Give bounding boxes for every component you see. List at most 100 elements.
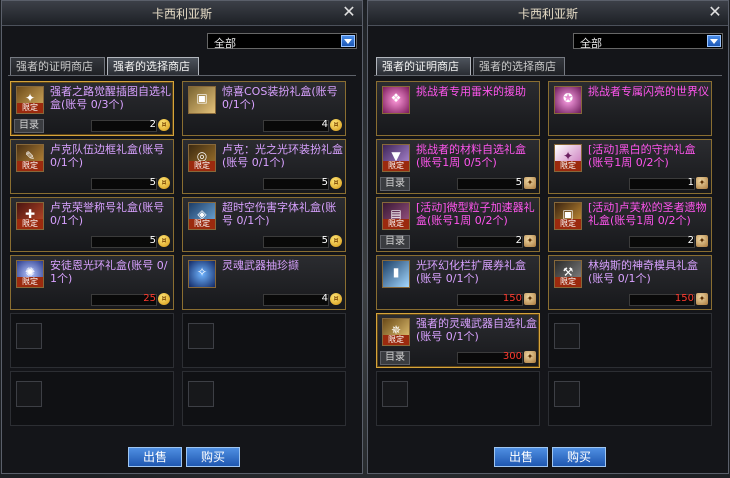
item-name: 林纳斯的神奇模具礼盒(账号 0/1个): [588, 259, 698, 285]
shop-item-slot[interactable]: ✪ 挑战者专属闪亮的世界仪: [548, 81, 712, 136]
sell-button[interactable]: 出售: [128, 447, 182, 467]
shop-item-slot[interactable]: ▼ 限定 挑战者的材料自选礼盒(账号1周 0/5个) 目录 5 ✦: [376, 139, 540, 194]
title-box-icon: ✚ 限定: [16, 202, 44, 230]
catalog-button[interactable]: 目录: [380, 351, 410, 365]
remy-aid-icon: ❖: [382, 86, 410, 114]
halo-box-icon: ✺ 限定: [16, 260, 44, 288]
limited-badge: 限定: [17, 277, 43, 287]
shop-item-slot[interactable]: ✦ 限定 强者之路觉醒插图自选礼盒(账号 0/3个) 目录 2 ¤: [10, 81, 174, 136]
category-filter-dropdown[interactable]: 全部: [207, 33, 357, 50]
item-price: 1: [687, 177, 694, 188]
shop-item-slot[interactable]: ✎ 限定 卢克队伍边框礼盒(账号 0/1个) 5 ¤: [10, 139, 174, 194]
right-titlebar[interactable]: 卡西利亚斯 ✕: [368, 1, 728, 26]
empty-slot: [376, 371, 540, 426]
gift-box-icon: ✦ 限定: [16, 86, 44, 114]
limited-badge: 限定: [555, 161, 581, 171]
shop-item-slot[interactable]: ▤ 限定 [活动]微型粒子加速器礼盒(账号1周 0/2个) 目录 2 ✦: [376, 197, 540, 252]
filter-value: 全部: [214, 37, 236, 50]
empty-slot: [182, 313, 346, 368]
shop-item-slot[interactable]: ✺ 限定 安徒恩光环礼盒(账号 0/1个) 25 ¤: [10, 255, 174, 310]
item-name: 卢克队伍边框礼盒(账号 0/1个): [50, 143, 165, 169]
close-icon[interactable]: ✕: [340, 3, 358, 21]
item-grid: ✦ 限定 强者之路觉醒插图自选礼盒(账号 0/3个) 目录 2 ¤ ▣ 惊喜COS…: [10, 81, 346, 431]
shop-item-slot[interactable]: ⚒ 限定 林纳斯的神奇模具礼盒(账号 0/1个) 150 ✦: [548, 255, 712, 310]
item-price: 5: [321, 235, 328, 246]
proof-token-icon: ✦: [696, 293, 708, 305]
limited-badge: 限定: [383, 161, 409, 171]
category-filter-dropdown[interactable]: 全部: [573, 33, 723, 50]
shop-item-slot[interactable]: ✧ 灵魂武器抽珍撷 4 ¤: [182, 255, 346, 310]
price-bar: [91, 236, 157, 248]
frame-box-icon: ✎ 限定: [16, 144, 44, 172]
limited-badge: 限定: [555, 277, 581, 287]
buy-button[interactable]: 购买: [186, 447, 240, 467]
left-shop-window: 卡西利亚斯 ✕ 全部 强者的证明商店 强者的选择商店 ✦ 限定 强者之路觉醒插图自…: [1, 0, 363, 474]
hammer-mold-icon: ⚒ 限定: [554, 260, 582, 288]
item-name: 卢克荣誉称号礼盒(账号 0/1个): [50, 201, 165, 227]
shop-item-slot[interactable]: ◈ 限定 超时空伤害字体礼盒(账号 0/1个) 5 ¤: [182, 197, 346, 252]
item-price: 4: [321, 293, 328, 304]
left-titlebar[interactable]: 卡西利亚斯 ✕: [2, 1, 362, 26]
guardian-box-icon: ✦ 限定: [554, 144, 582, 172]
item-price: 150: [502, 293, 522, 304]
buy-button[interactable]: 购买: [552, 447, 606, 467]
shop-item-slot[interactable]: ▣ 限定 [活动]卢芙松的圣者遗物礼盒(账号1周 0/2个) 2 ✦: [548, 197, 712, 252]
empty-slot: [182, 371, 346, 426]
chevron-down-icon[interactable]: [341, 35, 355, 47]
price-bar: [457, 236, 523, 248]
sell-button[interactable]: 出售: [494, 447, 548, 467]
right-shop-window: 卡西利亚斯 ✕ 全部 强者的证明商店 强者的选择商店 ❖ 挑战者专用雷米的援助 …: [367, 0, 729, 474]
soul-weapon-icon: ✧: [188, 260, 216, 288]
empty-slot: [10, 313, 174, 368]
item-name: 强者之路觉醒插图自选礼盒(账号 0/3个): [50, 85, 171, 111]
limited-badge: 限定: [17, 219, 43, 229]
limited-badge: 限定: [555, 219, 581, 229]
catalog-button[interactable]: 目录: [380, 235, 410, 249]
tab-proof-shop[interactable]: 强者的证明商店: [376, 57, 471, 75]
shop-item-slot[interactable]: ▣ 惊喜COS装扮礼盒(账号 0/1个) 4 ¤: [182, 81, 346, 136]
item-name: [活动]微型粒子加速器礼盒(账号1周 0/2个): [416, 201, 535, 227]
empty-slot: [10, 371, 174, 426]
limited-badge: 限定: [17, 161, 43, 171]
empty-slot: [548, 371, 712, 426]
shop-item-slot[interactable]: ▮ 光环幻化栏扩展券礼盒(账号 0/1个) 150 ✦: [376, 255, 540, 310]
proof-token-icon: ✦: [524, 351, 536, 363]
price-bar: [629, 178, 695, 190]
chevron-down-icon[interactable]: [707, 35, 721, 47]
proof-token-icon: ✦: [524, 235, 536, 247]
price-bar: [629, 236, 695, 248]
item-price: 5: [321, 177, 328, 188]
shop-item-slot[interactable]: ❖ 挑战者专用雷米的援助: [376, 81, 540, 136]
item-name: 强者的灵魂武器自选礼盒(账号 0/1个): [416, 317, 537, 343]
proof-token-icon: ✦: [524, 293, 536, 305]
window-title: 卡西利亚斯: [151, 7, 212, 21]
item-price: 2: [515, 235, 522, 246]
catalog-button[interactable]: 目录: [380, 177, 410, 191]
price-bar: [263, 236, 329, 248]
proof-token-icon: ✦: [696, 235, 708, 247]
tab-divider: [8, 75, 356, 76]
shop-item-slot[interactable]: ✚ 限定 卢克荣誉称号礼盒(账号 0/1个) 5 ¤: [10, 197, 174, 252]
item-price: 5: [149, 177, 156, 188]
shop-item-slot[interactable]: ✦ 限定 [活动]黑白的守护礼盒(账号1周 0/2个) 1 ✦: [548, 139, 712, 194]
world-orb-icon: ✪: [554, 86, 582, 114]
gold-coin-icon: ¤: [158, 235, 170, 247]
gold-coin-icon: ¤: [330, 119, 342, 131]
catalog-button[interactable]: 目录: [14, 119, 44, 133]
shop-item-slot[interactable]: ◎ 限定 卢克：光之光环装扮礼盒(账号 0/1个) 5 ¤: [182, 139, 346, 194]
gold-coin-icon: ¤: [158, 119, 170, 131]
window-title: 卡西利亚斯: [517, 7, 578, 21]
close-icon[interactable]: ✕: [706, 3, 724, 21]
limited-badge: 限定: [17, 103, 43, 113]
aura-ticket-icon: ▮: [382, 260, 410, 288]
item-name: 挑战者专属闪亮的世界仪: [588, 85, 709, 98]
item-name: 挑战者专用雷米的援助: [416, 85, 526, 98]
tab-proof-shop[interactable]: 强者的证明商店: [10, 57, 105, 75]
item-name: 挑战者的材料自选礼盒(账号1周 0/5个): [416, 143, 526, 169]
tab-choice-shop[interactable]: 强者的选择商店: [107, 57, 199, 75]
gold-coin-icon: ¤: [330, 293, 342, 305]
shop-item-slot[interactable]: ✵ 限定 强者的灵魂武器自选礼盒(账号 0/1个) 目录 300 ✦: [376, 313, 540, 368]
material-box-icon: ▼ 限定: [382, 144, 410, 172]
tab-choice-shop[interactable]: 强者的选择商店: [473, 57, 565, 75]
item-price: 150: [674, 293, 694, 304]
